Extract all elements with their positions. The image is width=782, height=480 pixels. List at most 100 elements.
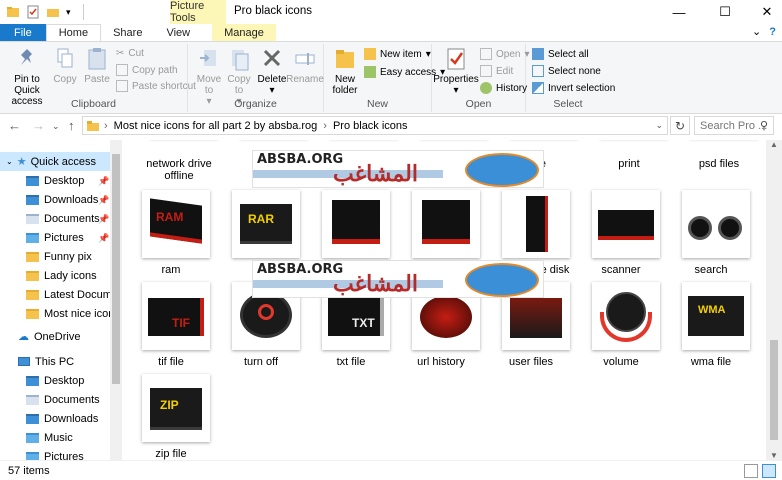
open-group: Properties ▾ Open ▾ Edit History Open [432,44,530,112]
nav-scroll-thumb[interactable] [112,154,120,384]
file-label: url history [417,356,465,368]
pc-item-downloads[interactable]: Downloads [26,409,98,428]
cut-button[interactable]: ✂ Cut [116,48,144,59]
select-none-button[interactable]: Select none [532,65,601,77]
breadcrumb-parent[interactable]: Most nice icons for all part 2 by absba.… [114,120,318,132]
rename-label: Rename [286,74,324,85]
nav-item-latest-documents[interactable]: Latest Documents [26,285,122,304]
search-input[interactable]: Search Pro ... ⚲ [694,116,774,135]
new-folder-button[interactable]: New folder [330,46,360,96]
nav-item-funny-pix[interactable]: Funny pix [26,247,92,266]
file-item-search[interactable]: search [666,190,756,280]
pc-item-pictures[interactable]: Pictures [26,447,84,460]
move-to-icon [200,50,216,66]
large-icons-view-icon[interactable] [762,464,776,478]
address-row: ← → ⌄ ↑ › Most nice icons for all part 2… [0,116,782,136]
documents-folder-icon [26,213,39,224]
select-all-label: Select all [548,48,589,60]
details-view-icon[interactable] [744,464,758,478]
history-button[interactable]: History [480,82,527,94]
rename-button[interactable]: Rename [286,46,324,85]
invert-selection-button[interactable]: Invert selection [532,82,615,94]
ribbon: Pin to Quick access Copy Paste ✂ Cut Copy… [0,42,782,114]
onedrive-label: OneDrive [34,330,81,343]
copy-to-label: Copy to [227,74,251,96]
tab-file[interactable]: File [0,24,46,41]
tab-share[interactable]: Share [101,24,154,41]
back-arrow-icon[interactable]: ← [8,118,21,133]
easy-access-icon [364,66,376,78]
copy-path-button[interactable]: Copy path [116,64,178,76]
nav-item-most-nice-icons[interactable]: Most nice icons f [26,304,122,323]
nav-item-desktop[interactable]: Desktop [26,171,84,190]
properties-button[interactable]: Properties ▾ [433,46,479,96]
scroll-up-icon[interactable]: ▲ [770,140,778,149]
pc-item-music[interactable]: Music [26,428,73,447]
file-item-scanner[interactable]: scanner [576,190,666,280]
forward-arrow-icon[interactable]: → [32,118,45,133]
quick-access-item[interactable]: ⌄ ★ Quick access [0,152,110,171]
minimize-button[interactable]: — [656,0,702,24]
address-bar[interactable]: › Most nice icons for all part 2 by absb… [82,116,668,135]
file-item-ram[interactable]: RAM ram [126,190,216,280]
delete-button[interactable]: Delete ▾ [256,46,288,96]
address-dropdown-icon[interactable]: ⌄ [655,120,663,131]
new-folder-icon[interactable] [46,5,60,19]
this-pc-item[interactable]: This PC [18,352,74,371]
select-all-icon [532,48,544,60]
properties-label: Properties [433,74,479,85]
scroll-down-icon[interactable]: ▼ [770,451,778,460]
recent-locations-icon[interactable]: ⌄ [52,121,60,132]
maximize-button[interactable]: ☐ [702,0,748,24]
desktop-folder-icon [26,375,39,386]
file-item[interactable]: print [584,140,674,170]
up-arrow-icon[interactable]: ↑ [68,118,75,133]
qat-divider [82,4,84,20]
scanner-icon [592,190,660,258]
file-item-tif[interactable]: TIF tif file [126,282,216,372]
select-group-label: Select [553,98,583,110]
wma-icon-text: WMA [698,304,726,316]
tab-manage[interactable]: Manage [212,24,276,41]
help-icon[interactable]: ? [769,26,776,38]
close-button[interactable]: ✕ [744,0,782,24]
nav-label: Lady icons [44,269,97,282]
nav-item-pictures[interactable]: Pictures [26,228,84,247]
file-label: tif file [158,356,184,368]
pin-icon [21,49,32,65]
new-item-icon [364,48,376,60]
tab-view[interactable]: View [154,24,202,41]
file-item-volume[interactable]: volume [576,282,666,372]
paste-button[interactable]: Paste [82,46,112,85]
open-button[interactable]: Open ▾ [480,48,530,60]
nav-item-downloads[interactable]: Downloads [26,190,98,209]
pc-item-documents[interactable]: Documents [26,390,100,409]
nav-item-lady-icons[interactable]: Lady icons [26,266,97,285]
file-item-zip[interactable]: ZIP zip file [126,374,216,460]
properties-check-icon[interactable] [26,5,40,19]
content-scrollbar[interactable]: ▲ ▼ [766,140,782,460]
refresh-button[interactable]: ↻ [670,116,690,135]
nav-item-documents[interactable]: Documents [26,209,100,228]
tab-home[interactable]: Home [45,24,102,41]
paste-shortcut-label: Paste shortcut [132,80,196,92]
file-item-wma[interactable]: WMA wma file [666,282,756,372]
select-all-button[interactable]: Select all [532,48,589,60]
edit-button[interactable]: Edit [480,65,513,77]
copy-button[interactable]: Copy [52,46,78,85]
delete-dropdown-icon: ▾ [269,85,275,96]
paste-shortcut-button[interactable]: Paste shortcut [116,80,196,92]
content-scroll-thumb[interactable] [770,340,778,440]
file-item[interactable]: psd files [674,140,764,170]
pc-item-desktop[interactable]: Desktop [26,371,84,390]
ribbon-expand-icon[interactable]: ⌄ [752,25,761,38]
nav-scrollbar[interactable] [110,140,122,460]
qat-dropdown-icon[interactable]: ▾ [66,7,71,18]
rar-icon: RAR [232,190,300,258]
file-item[interactable]: network drive offline [134,140,224,182]
invert-selection-label: Invert selection [548,82,616,94]
breadcrumb-current[interactable]: Pro black icons [333,120,408,132]
quick-access-toolbar: ▾ [0,0,84,24]
new-item-button[interactable]: New item ▾ [364,48,431,60]
onedrive-item[interactable]: ☁ OneDrive [18,327,80,346]
